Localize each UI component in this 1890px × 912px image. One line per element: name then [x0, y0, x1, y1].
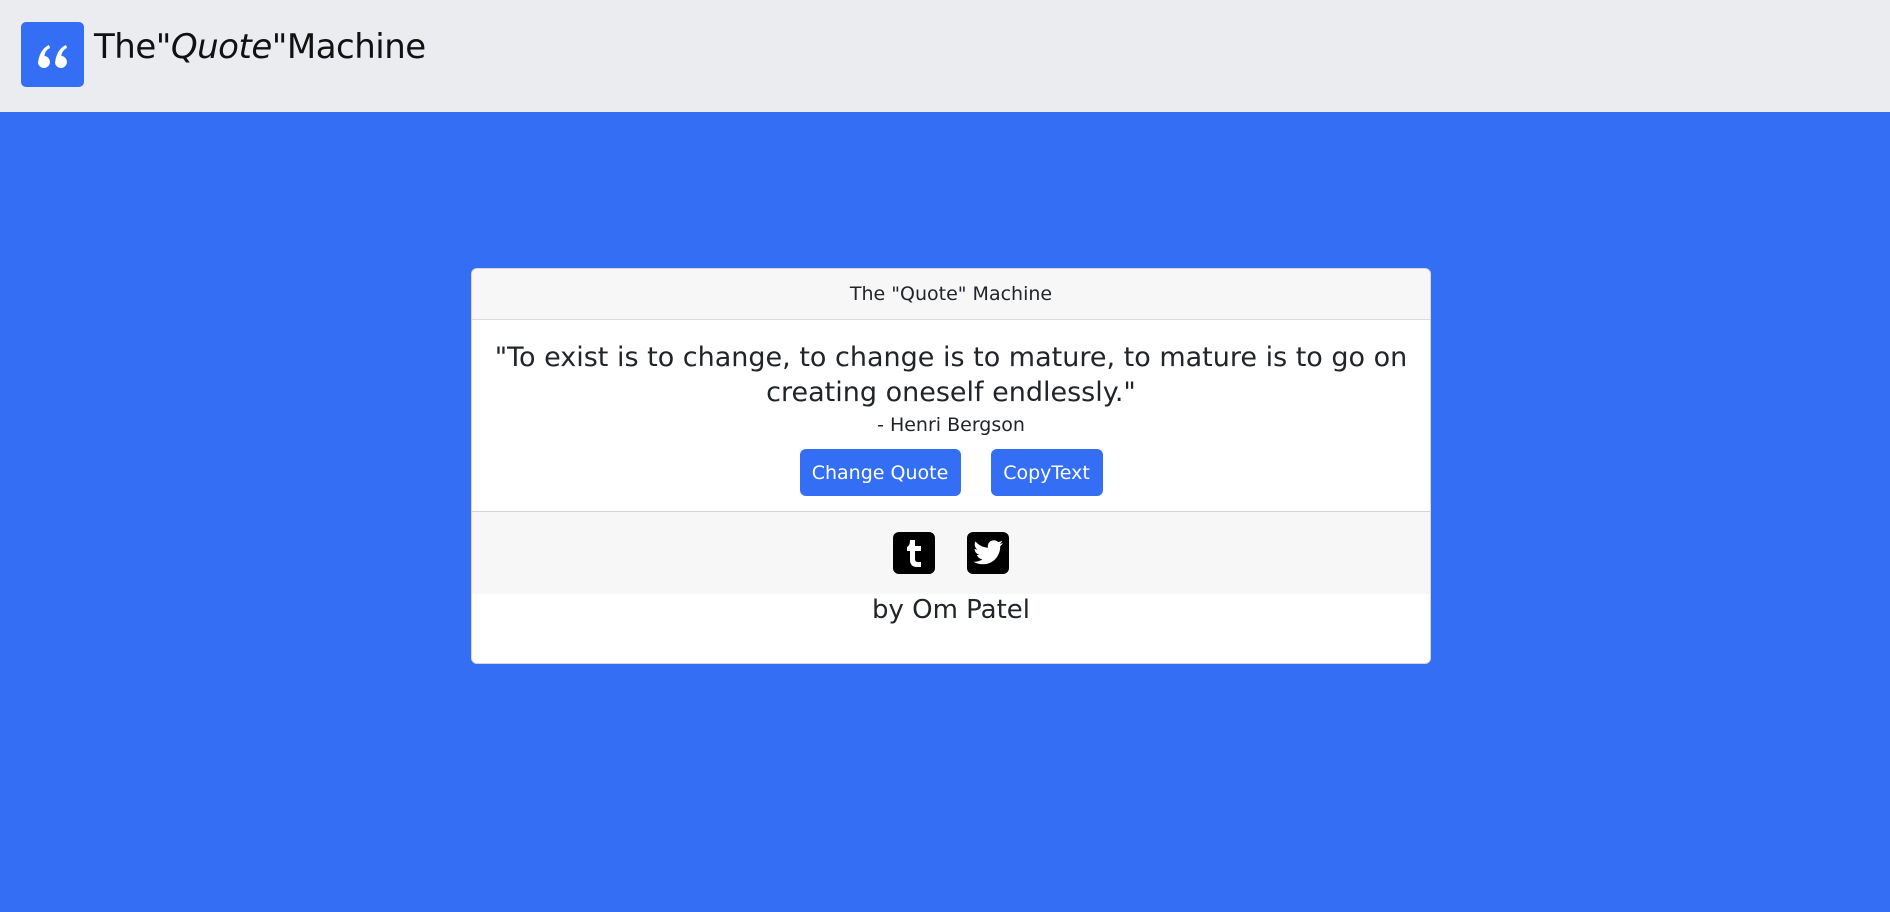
- twitter-icon-glyph: [973, 540, 1003, 565]
- twitter-icon[interactable]: [967, 532, 1009, 574]
- card-body: "To exist is to change, to change is to …: [472, 320, 1430, 512]
- tumblr-icon[interactable]: [893, 532, 935, 574]
- site-title-emphasis: Quote: [170, 27, 272, 67]
- quote-left-icon[interactable]: [21, 22, 84, 87]
- button-row: Change Quote CopyText: [472, 449, 1430, 496]
- site-title-prefix: The": [94, 27, 171, 67]
- quote-left-icon-glyph: [37, 44, 67, 68]
- quote-author: - Henri Bergson: [877, 414, 1025, 436]
- navbar: The" Quote "Machine: [0, 0, 1890, 112]
- author-credit: by Om Patel: [871, 595, 1031, 625]
- tumblr-icon-glyph: [907, 540, 921, 567]
- site-title-suffix: "Machine: [271, 27, 426, 67]
- card-footer: [472, 512, 1430, 594]
- quote-card: The "Quote" Machine "To exist is to chan…: [471, 268, 1431, 664]
- site-title[interactable]: The" Quote "Machine: [94, 24, 426, 70]
- card-header: The "Quote" Machine: [472, 269, 1430, 320]
- copy-text-button[interactable]: CopyText: [990, 449, 1103, 496]
- change-quote-button[interactable]: Change Quote: [799, 449, 961, 496]
- quote-text: "To exist is to change, to change is to …: [494, 342, 1408, 408]
